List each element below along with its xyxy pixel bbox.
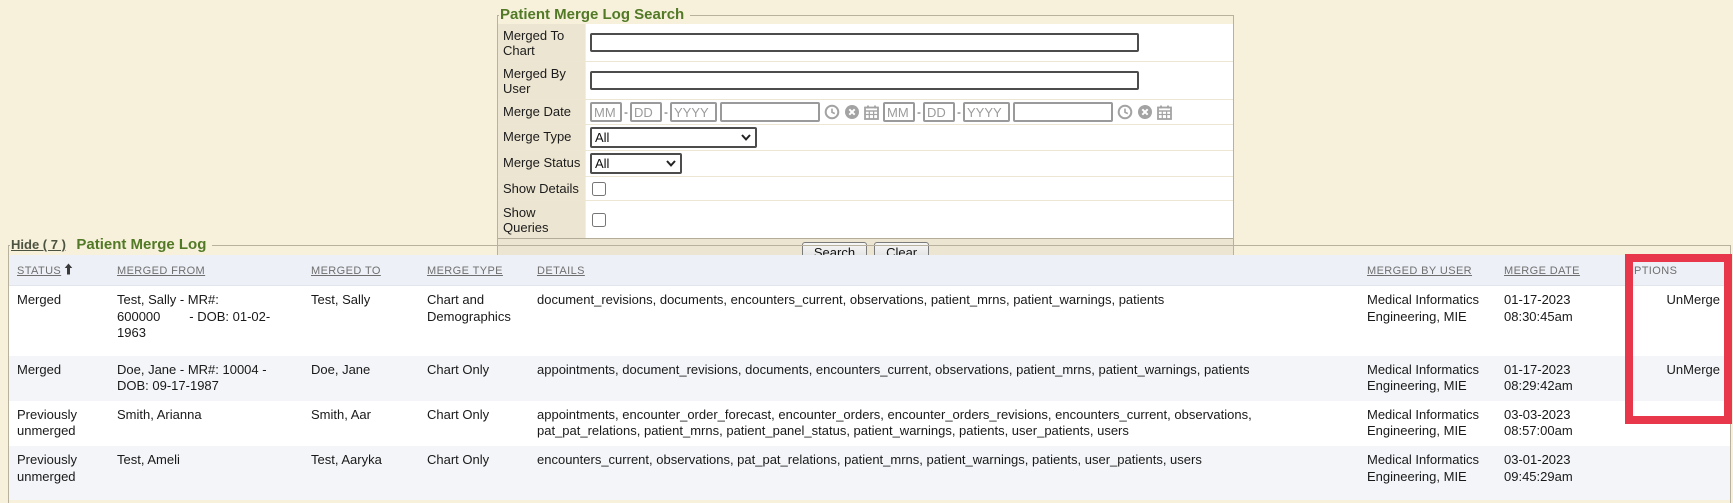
- date-separator: -: [917, 105, 921, 119]
- column-header-merged-to[interactable]: MERGED TO: [303, 255, 419, 286]
- show-details-checkbox[interactable]: [592, 182, 606, 196]
- merge-date-cell: 03-03-2023 08:57:00am: [1496, 401, 1617, 446]
- search-panel-title: Patient Merge Log Search: [500, 6, 684, 23]
- merged-from-cell: Test, Ameli: [109, 446, 303, 500]
- merge-status-select[interactable]: All: [590, 153, 682, 174]
- row-merge-date: Merge Date - -: [498, 100, 1233, 125]
- merged-from-cell: Smith, Arianna: [109, 401, 303, 446]
- start-time-clock-icon[interactable]: [823, 104, 840, 121]
- date-separator: -: [957, 105, 961, 119]
- date-separator: -: [664, 105, 668, 119]
- start-year-input[interactable]: [670, 102, 717, 122]
- column-header-options: OPTIONS: [1617, 255, 1730, 286]
- merged-to-chart-label: Merged To Chart: [498, 24, 586, 61]
- row-merge-type: Merge Type All: [498, 125, 1233, 151]
- end-date-clear-icon[interactable]: [1136, 104, 1153, 121]
- merge-type-cell: Chart Only: [419, 446, 529, 500]
- merged-by-user-cell: Medical Informatics Engineering, MIE: [1359, 401, 1496, 446]
- merge-log-table: STATUS MERGED FROM MERGED TO MERGE TYPE …: [9, 255, 1730, 500]
- table-header-row: STATUS MERGED FROM MERGED TO MERGE TYPE …: [9, 255, 1730, 286]
- unmerge-link[interactable]: UnMerge: [1667, 292, 1720, 307]
- options-cell: UnMerge: [1617, 356, 1730, 401]
- patient-merge-log-page: Patient Merge Log Search Merged To Chart…: [0, 0, 1733, 503]
- merge-date-cell: 01-17-2023 08:29:42am: [1496, 356, 1617, 401]
- end-date-calendar-icon[interactable]: [1156, 104, 1173, 121]
- column-header-merge-date[interactable]: MERGE DATE: [1496, 255, 1617, 286]
- sort-ascending-icon: [64, 263, 73, 278]
- search-panel: Patient Merge Log Search Merged To Chart…: [497, 6, 1234, 268]
- merge-status-label: Merge Status: [498, 151, 586, 176]
- merged-by-user-cell: Medical Informatics Engineering, MIE: [1359, 446, 1496, 500]
- show-queries-checkbox[interactable]: [592, 213, 606, 227]
- end-day-input[interactable]: [923, 102, 955, 122]
- row-merge-status: Merge Status All: [498, 151, 1233, 177]
- row-merged-to-chart: Merged To Chart: [498, 24, 1233, 62]
- merged-to-chart-input[interactable]: [590, 33, 1139, 52]
- column-header-merged-from[interactable]: MERGED FROM: [109, 255, 303, 286]
- show-details-label: Show Details: [498, 177, 586, 200]
- merge-date-cell: 03-01-2023 09:45:29am: [1496, 446, 1617, 500]
- merge-type-cell: Chart and Demographics: [419, 286, 529, 356]
- status-cell: Merged: [9, 286, 109, 356]
- status-cell: Merged: [9, 356, 109, 401]
- table-row: Merged Doe, Jane - MR#: 10004 - DOB: 09-…: [9, 356, 1730, 401]
- unmerge-link[interactable]: UnMerge: [1667, 362, 1720, 377]
- details-cell: document_revisions, documents, encounter…: [529, 286, 1359, 356]
- column-header-merge-type[interactable]: MERGE TYPE: [419, 255, 529, 286]
- end-month-input[interactable]: [883, 102, 915, 122]
- merge-date-cell: 01-17-2023 08:30:45am: [1496, 286, 1617, 356]
- end-time-input[interactable]: [1013, 102, 1113, 122]
- merged-to-cell: Test, Sally: [303, 286, 419, 356]
- merged-to-cell: Test, Aaryka: [303, 446, 419, 500]
- merge-log-panel: Hide ( 7 ) Patient Merge Log STATUS MERG…: [8, 236, 1731, 503]
- column-header-details[interactable]: DETAILS: [529, 255, 1359, 286]
- merged-from-cell: Doe, Jane - MR#: 10004 - DOB: 09-17-1987: [109, 356, 303, 401]
- column-header-status[interactable]: STATUS: [9, 255, 109, 286]
- search-panel-legend: Patient Merge Log Search: [499, 6, 690, 24]
- hide-results-link[interactable]: Hide ( 7 ): [11, 237, 66, 252]
- row-show-queries: Show Queries: [498, 201, 1233, 238]
- options-cell: [1617, 446, 1730, 500]
- column-header-merged-by-user[interactable]: MERGED BY USER: [1359, 255, 1496, 286]
- merged-by-user-cell: Medical Informatics Engineering, MIE: [1359, 286, 1496, 356]
- merged-by-user-cell: Medical Informatics Engineering, MIE: [1359, 356, 1496, 401]
- row-show-details: Show Details: [498, 177, 1233, 201]
- merge-log-title: Patient Merge Log: [76, 236, 206, 253]
- details-cell: encounters_current, observations, pat_pa…: [529, 446, 1359, 500]
- merged-by-user-label: Merged By User: [498, 62, 586, 99]
- table-row: Merged Test, Sally - MR#: 600000 - DOB: …: [9, 286, 1730, 356]
- status-cell: Previously unmerged: [9, 401, 109, 446]
- start-month-input[interactable]: [590, 102, 622, 122]
- merged-to-cell: Smith, Aar: [303, 401, 419, 446]
- merge-type-cell: Chart Only: [419, 356, 529, 401]
- details-cell: appointments, encounter_order_forecast, …: [529, 401, 1359, 446]
- start-date-clear-icon[interactable]: [843, 104, 860, 121]
- date-separator: -: [624, 105, 628, 119]
- options-cell: [1617, 401, 1730, 446]
- start-time-input[interactable]: [720, 102, 820, 122]
- merged-to-cell: Doe, Jane: [303, 356, 419, 401]
- merge-type-select[interactable]: All: [590, 127, 757, 148]
- details-cell: appointments, document_revisions, docume…: [529, 356, 1359, 401]
- merged-by-user-input[interactable]: [590, 71, 1139, 90]
- merge-log-legend: Hide ( 7 ) Patient Merge Log: [10, 236, 212, 254]
- start-day-input[interactable]: [630, 102, 662, 122]
- start-date-calendar-icon[interactable]: [863, 104, 880, 121]
- show-queries-label: Show Queries: [498, 201, 586, 238]
- merge-date-label: Merge Date: [498, 100, 586, 124]
- end-time-clock-icon[interactable]: [1116, 104, 1133, 121]
- merge-type-cell: Chart Only: [419, 401, 529, 446]
- status-cell: Previously unmerged: [9, 446, 109, 500]
- merged-from-cell: Test, Sally - MR#: 600000 - DOB: 01-02- …: [109, 286, 303, 356]
- table-row: Previously unmerged Test, Ameli Test, Aa…: [9, 446, 1730, 500]
- search-form: Merged To Chart Merged By User Merge Dat…: [498, 24, 1233, 267]
- merge-type-label: Merge Type: [498, 125, 586, 150]
- end-year-input[interactable]: [963, 102, 1010, 122]
- row-merged-by-user: Merged By User: [498, 62, 1233, 100]
- options-cell: UnMerge: [1617, 286, 1730, 356]
- table-row: Previously unmerged Smith, Arianna Smith…: [9, 401, 1730, 446]
